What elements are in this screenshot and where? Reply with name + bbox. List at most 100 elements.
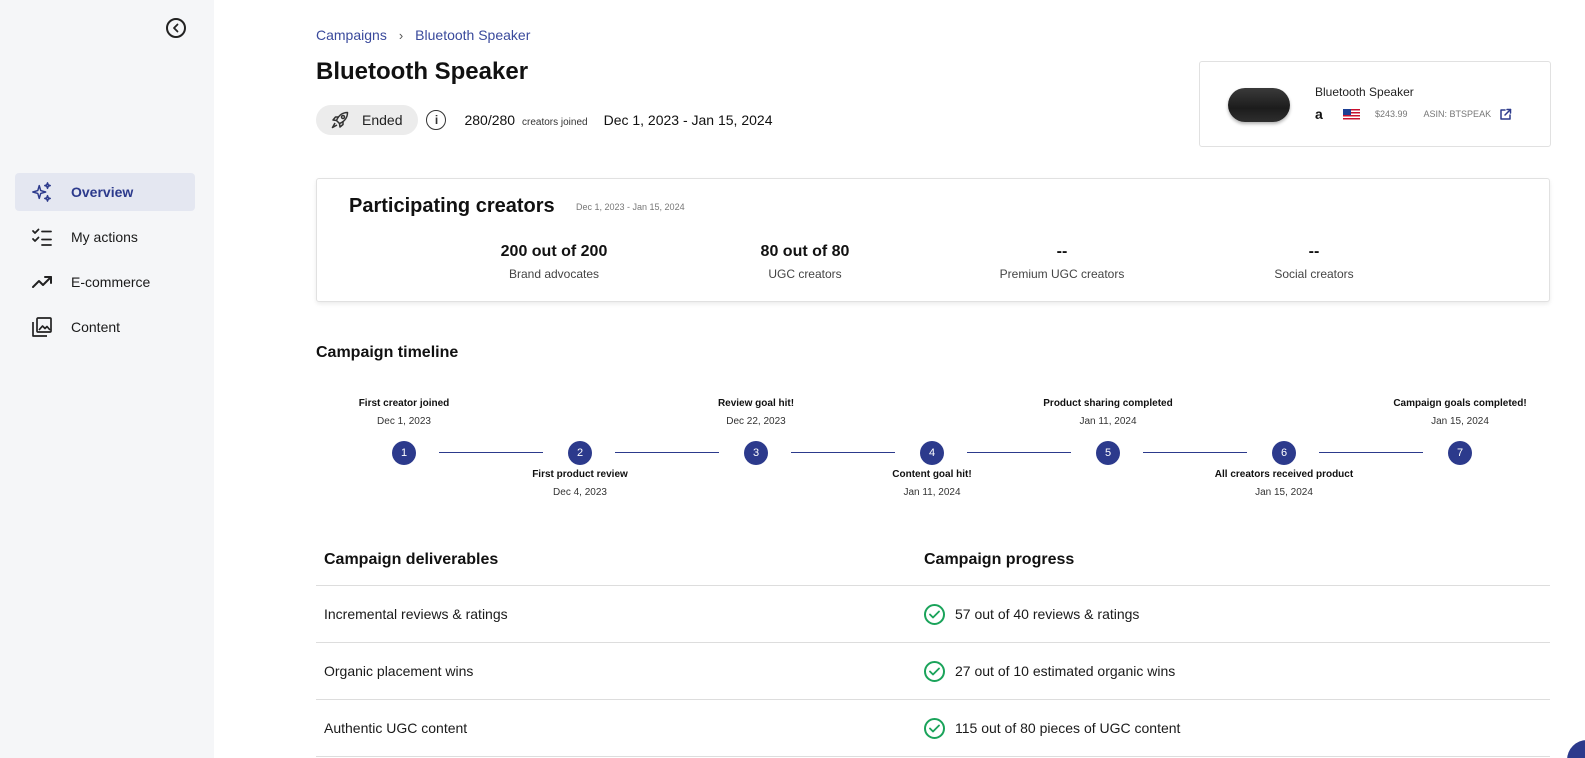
stat-value: --	[1056, 243, 1068, 260]
rocket-icon	[330, 110, 350, 130]
external-link-icon[interactable]	[1499, 108, 1512, 121]
timeline-connector	[1319, 452, 1423, 453]
timeline-connector	[791, 452, 895, 453]
stat-social-creators: -- Social creators	[1214, 243, 1414, 281]
deliverable-progress-text: 57 out of 40 reviews & ratings	[955, 606, 1140, 622]
product-price: $243.99	[1375, 109, 1408, 119]
timeline-connector	[439, 452, 543, 453]
sidebar-item-content[interactable]: Content	[15, 308, 195, 346]
checklist-icon	[31, 226, 53, 248]
stat-value: 200 out of 200	[500, 243, 608, 260]
check-circle-icon	[924, 660, 945, 682]
timeline-connector	[967, 452, 1071, 453]
timeline-event-date: Dec 22, 2023	[726, 416, 786, 427]
creators-joined-suffix: creators joined	[521, 117, 588, 128]
timeline-step-5[interactable]: 5	[1096, 441, 1120, 465]
participating-creators-card: Participating creators Dec 1, 2023 - Jan…	[316, 178, 1550, 302]
check-circle-icon	[924, 603, 945, 625]
timeline-event-label: Campaign goals completed! Jan 15, 2024	[1370, 398, 1550, 427]
timeline-event-label: First creator joined Dec 1, 2023	[314, 398, 494, 427]
deliverable-name: Authentic UGC content	[324, 720, 468, 736]
deliverable-progress: 115 out of 80 pieces of UGC content	[924, 717, 1550, 739]
product-image	[1228, 88, 1290, 122]
timeline-event-label: Product sharing completed Jan 11, 2024	[1018, 398, 1198, 427]
sidebar-nav: Overview My actions E-commerce Content	[15, 173, 195, 353]
deliverable-progress: 57 out of 40 reviews & ratings	[924, 603, 1550, 625]
collapse-sidebar-icon[interactable]	[166, 18, 186, 38]
timeline-event-date: Jan 11, 2024	[1079, 416, 1137, 427]
help-launcher-button[interactable]	[1567, 740, 1585, 758]
sidebar-item-overview[interactable]: Overview	[15, 173, 195, 211]
stat-ugc-creators: 80 out of 80 UGC creators	[705, 243, 905, 281]
us-flag-icon	[1343, 108, 1360, 120]
timeline-step-1[interactable]: 1	[392, 441, 416, 465]
breadcrumb-current[interactable]: Bluetooth Speaker	[415, 27, 530, 43]
timeline-step-4[interactable]: 4	[920, 441, 944, 465]
deliverable-progress-text: 27 out of 10 estimated organic wins	[955, 663, 1176, 679]
amazon-icon: a	[1315, 106, 1323, 122]
breadcrumb-campaigns-link[interactable]: Campaigns	[316, 27, 387, 43]
timeline-event-date: Dec 1, 2023	[377, 416, 431, 427]
timeline-event-title: First product review	[532, 469, 628, 480]
timeline-event-date: Jan 15, 2024	[1255, 487, 1313, 498]
creators-title: Participating creators	[349, 195, 555, 217]
timeline-connector	[1143, 452, 1247, 453]
timeline-step-2[interactable]: 2	[568, 441, 592, 465]
deliverables-table: Campaign deliverables Campaign progress …	[316, 534, 1550, 757]
stat-brand-advocates: 200 out of 200 Brand advocates	[454, 243, 654, 281]
timeline-step-3[interactable]: 3	[744, 441, 768, 465]
timeline-event-title: Content goal hit!	[892, 469, 972, 480]
check-circle-icon	[924, 717, 945, 739]
column-header-deliverables: Campaign deliverables	[324, 550, 499, 568]
deliverable-progress-text: 115 out of 80 pieces of UGC content	[955, 720, 1181, 736]
sidebar-item-e-commerce[interactable]: E-commerce	[15, 263, 195, 301]
sidebar: Overview My actions E-commerce Content	[0, 0, 214, 758]
table-row: Organic placement wins 27 out of 10 esti…	[316, 643, 1550, 700]
timeline-event-label: First product review Dec 4, 2023	[490, 469, 670, 498]
deliverable-name: Incremental reviews & ratings	[324, 606, 508, 622]
deliverable-progress: 27 out of 10 estimated organic wins	[924, 660, 1550, 682]
timeline-event-title: All creators received product	[1214, 469, 1354, 480]
product-asin: ASIN: BTSPEAK	[1423, 109, 1492, 119]
sparkle-icon	[31, 181, 53, 203]
stat-label: UGC creators	[768, 267, 842, 281]
status-badge-label: Ended	[362, 112, 403, 128]
sidebar-item-my-actions[interactable]: My actions	[15, 218, 195, 256]
sidebar-item-label: My actions	[71, 229, 138, 245]
status-row: Ended i 280/280 creators joined Dec 1, 2…	[316, 105, 772, 135]
timeline-title: Campaign timeline	[316, 344, 459, 361]
timeline-event-title: Campaign goals completed!	[1393, 398, 1527, 409]
stat-value: --	[1308, 243, 1320, 260]
creators-joined: 280/280 creators joined	[464, 112, 587, 128]
creators-date-range: Dec 1, 2023 - Jan 15, 2024	[576, 202, 685, 212]
stat-label: Brand advocates	[508, 267, 600, 281]
breadcrumb-separator: ›	[398, 27, 404, 43]
sidebar-item-label: Content	[71, 319, 121, 335]
timeline-event-label: All creators received product Jan 15, 20…	[1194, 469, 1374, 498]
product-card: Bluetooth Speaker a $243.99 ASIN: BTSPEA…	[1199, 61, 1551, 147]
stat-label: Premium UGC creators	[999, 267, 1125, 281]
timeline-step-7[interactable]: 7	[1448, 441, 1472, 465]
info-icon[interactable]: i	[426, 110, 447, 130]
app-root: Overview My actions E-commerce Content C…	[0, 0, 1585, 758]
breadcrumb: Campaigns › Bluetooth Speaker	[316, 27, 530, 43]
stat-label: Social creators	[1274, 267, 1354, 281]
status-badge: Ended	[316, 105, 419, 135]
sidebar-item-label: Overview	[71, 184, 134, 200]
timeline-event-title: First creator joined	[358, 398, 450, 409]
trend-up-icon	[31, 271, 53, 293]
campaign-timeline: 1 2 3 4 5 6 7 First creator joined Dec 1…	[316, 395, 1550, 515]
table-row: Authentic UGC content 115 out of 80 piec…	[316, 700, 1550, 757]
page-title: Bluetooth Speaker	[316, 58, 529, 85]
timeline-event-date: Jan 15, 2024	[1431, 416, 1489, 427]
timeline-event-date: Dec 4, 2023	[553, 487, 607, 498]
table-row: Incremental reviews & ratings 57 out of …	[316, 586, 1550, 643]
timeline-event-title: Product sharing completed	[1043, 398, 1173, 409]
stat-value: 80 out of 80	[760, 243, 850, 260]
timeline-event-date: Jan 11, 2024	[903, 487, 961, 498]
timeline-step-6[interactable]: 6	[1272, 441, 1296, 465]
creators-joined-count: 280/280	[464, 112, 516, 128]
timeline-event-label: Content goal hit! Jan 11, 2024	[842, 469, 1022, 498]
product-meta: a $243.99 ASIN: BTSPEAK	[1315, 106, 1512, 122]
sidebar-item-label: E-commerce	[71, 274, 151, 290]
